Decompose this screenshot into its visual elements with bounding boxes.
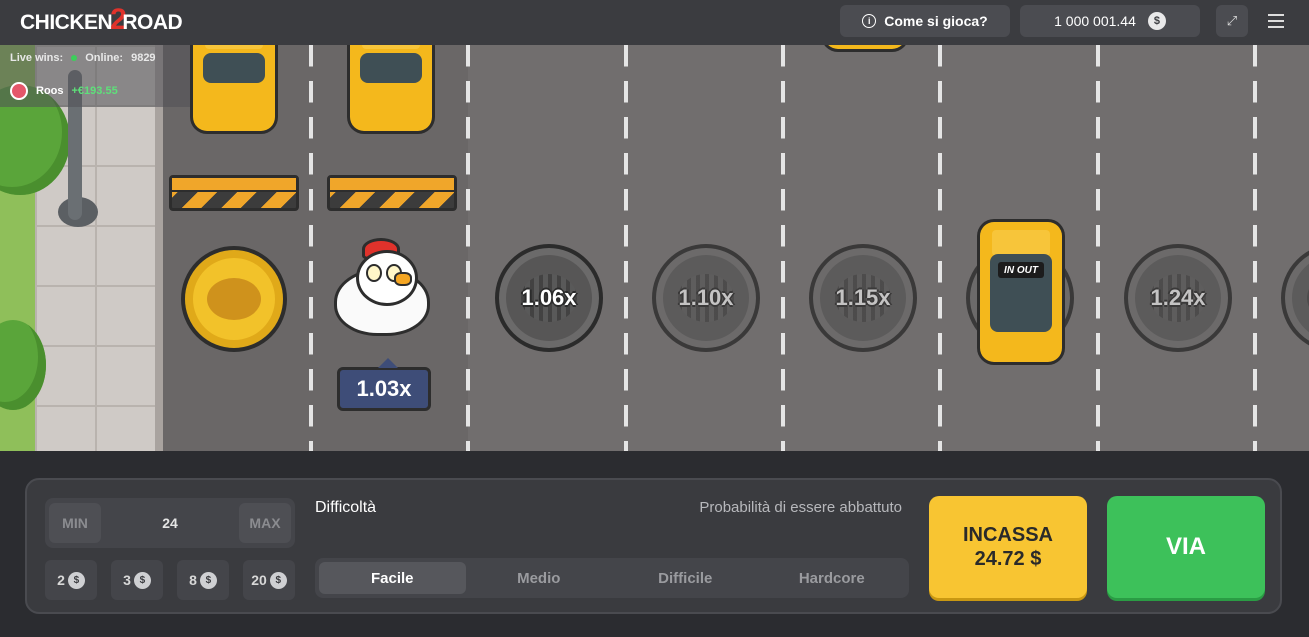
dollar-coin-icon: $	[269, 571, 287, 589]
tab-hardcore[interactable]: Hardcore	[759, 562, 906, 594]
car-lane-5	[824, 45, 906, 49]
quick-bet-2[interactable]: 2 $	[45, 560, 97, 600]
quick-bet-8[interactable]: 8 $	[177, 560, 229, 600]
how-to-play-button[interactable]: i Come si gioca?	[840, 5, 1010, 37]
dollar-coin-icon: $	[67, 571, 85, 589]
cashout-button[interactable]: INCASSA 24.72 $	[929, 496, 1087, 598]
barrier-lane-1	[169, 167, 299, 227]
bet-amount-input[interactable]: 24	[162, 515, 178, 531]
live-wins-ticker: Live wins: Online: 9829 Roos +€193.55	[0, 45, 190, 107]
car-lane-1	[193, 45, 275, 131]
min-bet-button[interactable]: MIN	[49, 503, 101, 543]
roast-chicken-coin-icon	[181, 246, 287, 352]
logo: CHICKEN 2 ROAD	[20, 3, 183, 36]
top-bar: CHICKEN 2 ROAD i Come si gioca? 1 000 001.…	[0, 0, 1309, 45]
quick-bet-20[interactable]: 20 $	[243, 560, 295, 600]
app: CHICKEN 2 ROAD i Come si gioca? 1 000 001.…	[0, 0, 1309, 637]
manhole-lane-8	[1281, 244, 1309, 352]
tab-facile[interactable]: Facile	[319, 562, 466, 594]
fullscreen-button[interactable]: ⤢	[1216, 5, 1248, 37]
hamburger-icon	[1268, 14, 1284, 16]
quick-bet-3[interactable]: 3 $	[111, 560, 163, 600]
dollar-coin-icon: $	[199, 571, 217, 589]
menu-button[interactable]	[1262, 8, 1290, 34]
difficulty-label: Difficoltà	[315, 499, 377, 516]
difficulty-selector: Facile Medio Difficile Hardcore	[315, 558, 909, 598]
probability-label: Probabilità di essere abbattuto	[699, 499, 902, 516]
balance-display: 1 000 001.44 $	[1020, 5, 1200, 37]
barrier-lane-2	[327, 167, 457, 227]
tab-medio[interactable]: Medio	[466, 562, 613, 594]
info-icon: i	[862, 14, 877, 28]
current-multiplier: 1.03x	[337, 358, 431, 411]
go-button[interactable]: VIA	[1107, 496, 1265, 598]
manhole-lane-7[interactable]: 1.24x	[1124, 244, 1232, 352]
manhole-lane-5[interactable]: 1.15x	[809, 244, 917, 352]
bet-amount-stepper: MIN 24 MAX	[45, 498, 295, 548]
taxi-car: IN OUT	[980, 222, 1062, 362]
chicken-player	[332, 238, 432, 338]
taxi-sign: IN OUT	[998, 262, 1044, 278]
max-bet-button[interactable]: MAX	[238, 503, 291, 543]
avatar	[10, 82, 28, 100]
game-board: 1.03x 1.06x 1.10x 1.15x 1.24x IN OUT Liv…	[0, 45, 1309, 451]
tab-difficile[interactable]: Difficile	[612, 562, 759, 594]
dollar-coin-icon: $	[1147, 12, 1166, 30]
fullscreen-icon: ⤢	[1226, 13, 1238, 28]
control-panel: MIN 24 MAX 2 $ 3 $ 8 $ 20 $ Difficoltà Proba…	[25, 478, 1282, 614]
dollar-coin-icon: $	[133, 571, 151, 589]
car-lane-2	[350, 45, 432, 131]
online-dot-icon	[71, 55, 78, 61]
bet-box: MIN 24 MAX 2 $ 3 $ 8 $ 20 $	[45, 498, 295, 600]
manhole-lane-3[interactable]: 1.06x	[495, 244, 603, 352]
manhole-lane-4[interactable]: 1.10x	[652, 244, 760, 352]
quick-bet-chips: 2 $ 3 $ 8 $ 20 $	[45, 560, 295, 600]
